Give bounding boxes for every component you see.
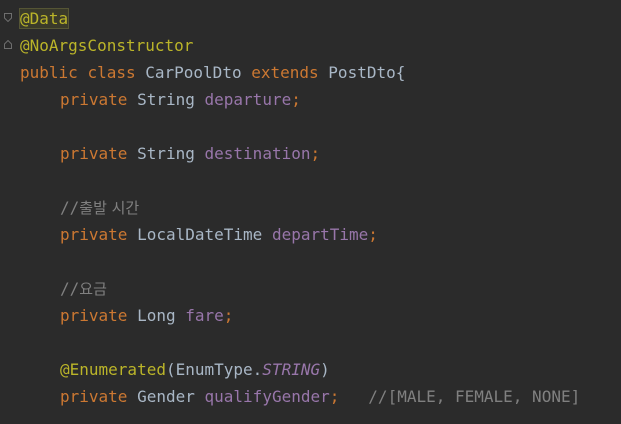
class-name: CarPoolDto [145, 63, 242, 82]
type-name: Long [137, 306, 176, 325]
field-fare: fare [185, 306, 224, 325]
semicolon: ; [291, 90, 301, 109]
keyword-private: private [60, 144, 128, 163]
comment-fare: 요금 [79, 280, 107, 298]
annotation-data: @Data [18, 8, 70, 29]
fold-marker-icon[interactable] [4, 13, 12, 22]
keyword-private: private [60, 225, 128, 244]
static-field-string: STRING [262, 360, 321, 379]
field-qualify-gender: qualifyGender [204, 387, 330, 406]
editor-gutter [0, 0, 14, 424]
code-line-4: private String departure; [20, 86, 621, 113]
code-line-1: @Data [18, 5, 621, 32]
fold-marker-icon[interactable] [4, 40, 12, 49]
code-line-6: private String destination; [20, 140, 621, 167]
keyword-private: private [60, 306, 128, 325]
field-depart-time: departTime [271, 225, 369, 244]
code-line-2: @NoArgsConstructor [20, 32, 621, 59]
type-name: String [137, 90, 195, 109]
code-line-9: private LocalDateTime departTime; [20, 221, 621, 248]
field-departure: departure [204, 90, 292, 109]
keyword-public: public [20, 63, 78, 82]
close-paren: ) [320, 360, 330, 379]
enum-type-ref: (EnumType. [165, 360, 263, 379]
type-name: String [137, 144, 195, 163]
comment-gender-values: //[MALE, FEMALE, NONE] [368, 387, 581, 406]
semicolon: ; [223, 306, 234, 325]
code-line-3: public class CarPoolDto extends PostDto{ [20, 59, 621, 86]
keyword-private: private [60, 90, 128, 109]
code-line-11: //요금 [20, 275, 621, 302]
annotation-enumerated: @Enumerated [60, 360, 166, 379]
code-line-15: private Gender qualifyGender; //[MALE, F… [20, 383, 621, 410]
parent-class: PostDto{ [328, 63, 406, 82]
annotation-no-args-constructor: @NoArgsConstructor [20, 36, 194, 55]
keyword-private: private [60, 387, 128, 406]
comment-departure-time: 출발 시간 [79, 199, 140, 217]
code-line-8: //출발 시간 [20, 194, 621, 221]
field-destination: destination [204, 144, 311, 163]
semicolon: ; [329, 387, 340, 406]
code-line-14: @Enumerated(EnumType.STRING) [20, 356, 621, 383]
comment-prefix: // [60, 198, 80, 217]
semicolon: ; [368, 225, 378, 244]
semicolon: ; [310, 144, 321, 163]
comment-prefix: // [60, 279, 80, 298]
code-editor[interactable]: @Data @NoArgsConstructor public class Ca… [18, 5, 621, 410]
code-line-12: private Long fare; [20, 302, 621, 329]
type-name: Gender [137, 387, 195, 406]
keyword-extends: extends [251, 63, 319, 82]
keyword-class: class [87, 63, 136, 82]
type-name: LocalDateTime [137, 225, 263, 244]
